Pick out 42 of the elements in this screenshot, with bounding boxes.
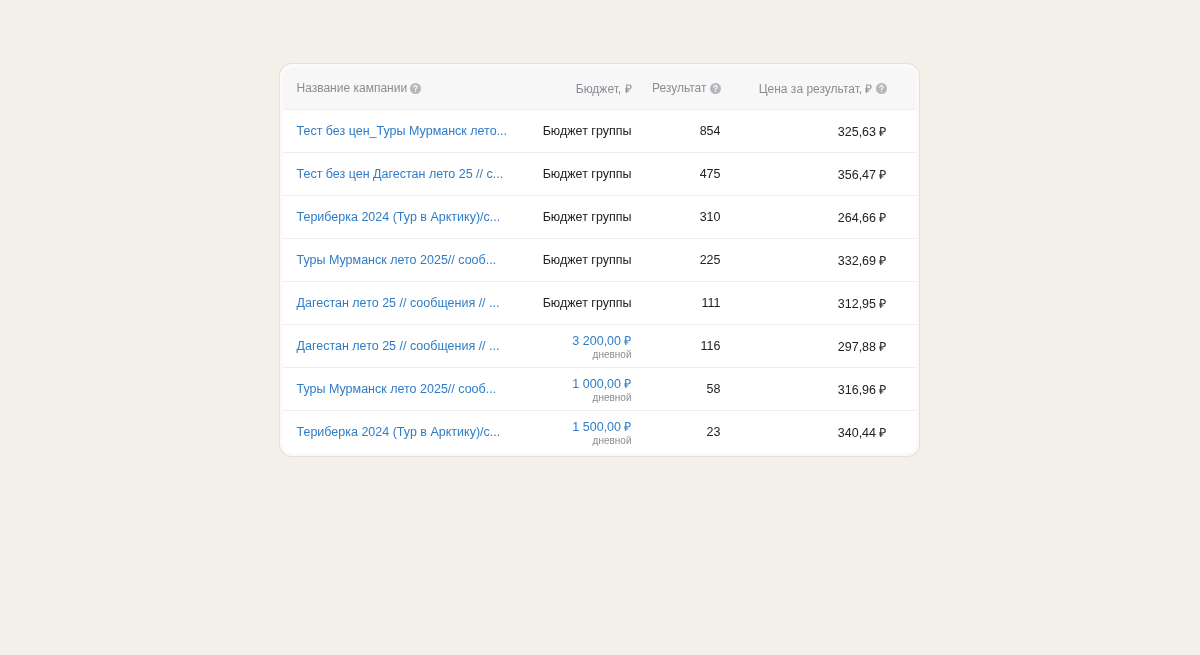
help-icon[interactable]: [709, 82, 721, 94]
result-cell: 475: [699, 167, 721, 181]
column-header: Результат: [651, 81, 707, 95]
column-header: Бюджет, ₽: [575, 80, 632, 97]
budget-link[interactable]: 1 500,00 ₽: [572, 418, 632, 435]
budget-type: дневной: [592, 435, 632, 446]
campaign-link[interactable]: Тест без цен Дагестан лето 25 // с...: [296, 167, 504, 181]
budget-cell: Бюджет группы: [542, 167, 632, 181]
column-header: Цена за результат, ₽: [758, 80, 873, 97]
price-cell-text: 325,63 ₽: [837, 123, 887, 140]
campaign-link[interactable]: Териберка 2024 (Тур в Арктику)/с...: [296, 425, 501, 439]
price-cell-text: 356,47 ₽: [837, 166, 887, 183]
result-cell: 23: [706, 425, 721, 439]
result-cell: 854: [699, 124, 721, 138]
budget-type: дневной: [592, 392, 632, 403]
campaign-link[interactable]: Дагестан лето 25 // сообщения // ...: [296, 296, 500, 310]
budget-cell: Бюджет группы: [542, 253, 632, 267]
campaign-link[interactable]: Дагестан лето 25 // сообщения // ...: [296, 339, 500, 353]
price-cell-text: 264,66 ₽: [837, 209, 887, 226]
result-cell: 225: [699, 253, 721, 267]
result-cell: 111: [701, 296, 721, 310]
price-cell-text: 332,69 ₽: [837, 252, 887, 269]
help-icon[interactable]: [875, 82, 887, 94]
campaign-link[interactable]: Тест без цен_Туры Мурманск лето...: [296, 124, 508, 138]
price-cell-text: 316,96 ₽: [837, 381, 887, 398]
result-cell: 58: [706, 382, 721, 396]
price-cell-text: 340,44 ₽: [837, 424, 887, 441]
campaign-link[interactable]: Туры Мурманск лето 2025// сооб...: [296, 382, 497, 396]
budget-cell: Бюджет группы: [542, 296, 632, 310]
budget-cell: Бюджет группы: [542, 210, 632, 224]
budget-cell: Бюджет группы: [542, 124, 632, 138]
campaign-link[interactable]: Териберка 2024 (Тур в Арктику)/с...: [296, 210, 501, 224]
help-icon[interactable]: [410, 82, 422, 94]
budget-link[interactable]: 1 000,00 ₽: [572, 375, 632, 392]
result-cell: 116: [700, 339, 721, 353]
campaign-link[interactable]: Туры Мурманск лето 2025// сооб...: [296, 253, 497, 267]
budget-type: дневной: [592, 349, 632, 360]
budget-link[interactable]: 3 200,00 ₽: [572, 332, 632, 349]
result-cell: 310: [699, 210, 721, 224]
price-cell-text: 312,95 ₽: [837, 295, 887, 312]
price-cell-text: 297,88 ₽: [837, 338, 887, 355]
column-header: Название кампании: [296, 81, 408, 95]
